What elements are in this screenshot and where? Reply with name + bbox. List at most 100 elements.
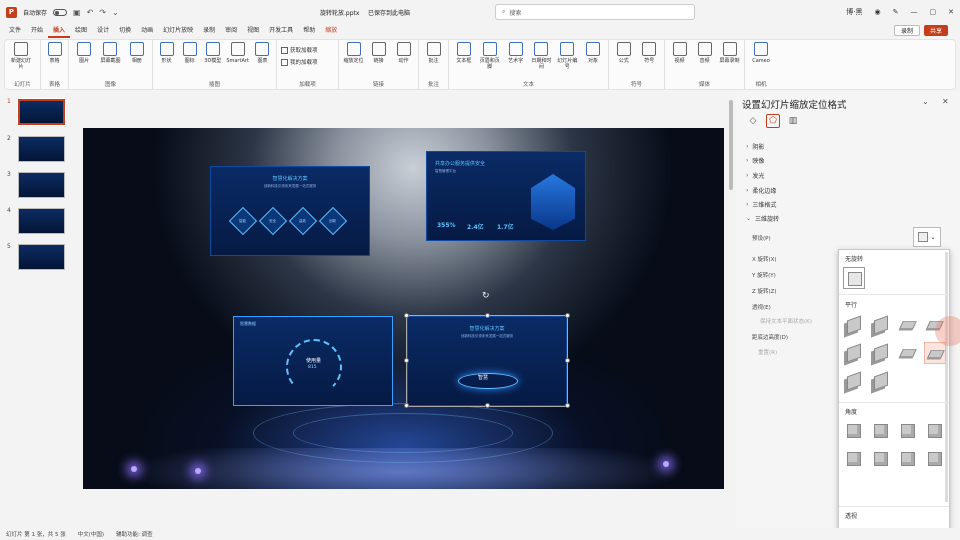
zoom-tile-1[interactable]: 智慧化解决方案 创新科技引领未来发展一站式服务 智能 安全 高效 创新 xyxy=(210,166,370,256)
chart-button[interactable]: 图表 xyxy=(253,42,272,64)
autosave-toggle[interactable] xyxy=(53,8,68,16)
effects-icon[interactable]: ⬠ xyxy=(766,114,780,128)
tab-slideshow[interactable]: 幻灯片放映 xyxy=(158,24,198,38)
comment-button[interactable]: 批注 xyxy=(423,42,444,64)
smartart-button[interactable]: SmartArt xyxy=(226,42,249,64)
tab-developer[interactable]: 开发工具 xyxy=(264,24,298,38)
section-3d-rotation[interactable]: ⌄ 三维旋转 xyxy=(746,214,779,223)
tab-file[interactable]: 文件 xyxy=(4,24,26,38)
preset-oblique-3[interactable] xyxy=(897,420,919,442)
resize-handle[interactable] xyxy=(404,403,409,408)
video-button[interactable]: 视频 xyxy=(669,42,690,64)
preset-oblique-4[interactable] xyxy=(924,420,946,442)
preset-parallel-1[interactable] xyxy=(843,314,865,336)
slide-thumbnail-2[interactable] xyxy=(18,136,65,162)
share-button[interactable]: 共享 xyxy=(923,25,948,36)
audio-button[interactable]: 音频 xyxy=(694,42,715,64)
preset-parallel-10[interactable] xyxy=(870,370,892,392)
screen-recording-button[interactable]: 屏幕录制 xyxy=(719,42,740,64)
pictures-button[interactable]: 图片 xyxy=(73,42,95,64)
preset-oblique-1[interactable] xyxy=(843,420,865,442)
resize-handle[interactable] xyxy=(565,403,570,408)
reset-button[interactable]: 重置(R) xyxy=(758,348,777,356)
resize-handle[interactable] xyxy=(485,403,490,408)
icons-button[interactable]: 图标 xyxy=(180,42,199,64)
preset-parallel-6[interactable] xyxy=(870,342,892,364)
section-3d-format[interactable]: › 三维格式 xyxy=(746,200,776,209)
pen-icon[interactable]: ✎ xyxy=(893,8,899,16)
resize-handle[interactable] xyxy=(565,313,570,318)
minimize-icon[interactable]: — xyxy=(911,8,918,16)
save-icon[interactable]: ▣ xyxy=(73,8,81,17)
preset-parallel-7[interactable] xyxy=(897,342,919,364)
new-slide-button[interactable]: 新建幻灯片 xyxy=(9,42,33,70)
tab-zoom[interactable]: 缩放 xyxy=(320,24,342,38)
slide-thumbnail-5[interactable] xyxy=(18,244,65,270)
tab-record[interactable]: 录制 xyxy=(198,24,220,38)
rotate-handle-icon[interactable]: ↻ xyxy=(482,291,490,301)
section-glow[interactable]: › 发光 xyxy=(746,171,764,180)
tab-view[interactable]: 视图 xyxy=(242,24,264,38)
preset-dropdown[interactable]: ⌄ xyxy=(913,227,941,247)
slide-number-button[interactable]: 幻灯片编号 xyxy=(556,42,578,70)
cameo-button[interactable]: Cameo xyxy=(749,42,773,64)
equation-button[interactable]: 公式 xyxy=(613,42,635,64)
wordart-button[interactable]: 艺术字 xyxy=(505,42,527,64)
preset-oblique-6[interactable] xyxy=(870,448,892,470)
pane-close-icon[interactable]: ✕ xyxy=(942,97,949,106)
zoom-tile-2[interactable]: 共享办公服务提供安全 智慧管理平台 355% 2.4亿 1.7亿 xyxy=(426,151,586,241)
section-reflection[interactable]: › 映像 xyxy=(746,156,764,165)
coauthoring-icon[interactable]: ◉ xyxy=(875,8,881,16)
zoom-button[interactable]: 缩放定位 xyxy=(343,42,364,64)
preset-parallel-3[interactable] xyxy=(897,314,919,336)
action-button[interactable]: 动作 xyxy=(393,42,414,64)
preset-oblique-5[interactable] xyxy=(843,448,865,470)
object-button[interactable]: 对象 xyxy=(582,42,604,64)
preset-parallel-9[interactable] xyxy=(843,370,865,392)
resize-handle[interactable] xyxy=(485,313,490,318)
preset-parallel-2[interactable] xyxy=(870,314,892,336)
section-soft-edges[interactable]: › 柔化边缘 xyxy=(746,186,776,195)
photo-album-button[interactable]: 相册 xyxy=(126,42,148,64)
redo-icon[interactable]: ↷ xyxy=(99,8,106,17)
tab-review[interactable]: 审阅 xyxy=(220,24,242,38)
accessibility-status[interactable]: 辅助功能: 调查 xyxy=(116,530,153,538)
zoom-tile-3[interactable]: 智慧数据 使用量 815 xyxy=(233,316,393,406)
customize-qat-icon[interactable]: ⌄ xyxy=(112,8,119,17)
scrollbar-thumb[interactable] xyxy=(729,100,733,190)
textbox-button[interactable]: 文本框 xyxy=(453,42,475,64)
tab-insert[interactable]: 插入 xyxy=(48,24,71,38)
resize-handle[interactable] xyxy=(565,358,570,363)
get-addins-button[interactable]: 获取加载项 xyxy=(281,46,318,54)
screenshot-button[interactable]: 屏幕截图 xyxy=(99,42,121,64)
section-shadow[interactable]: › 阴影 xyxy=(746,142,764,151)
3d-models-button[interactable]: 3D模型 xyxy=(203,42,222,64)
pane-options-icon[interactable]: ⌄ xyxy=(922,97,929,106)
resize-handle[interactable] xyxy=(404,358,409,363)
record-button[interactable]: 录制 xyxy=(893,25,920,36)
header-footer-button[interactable]: 页眉和页脚 xyxy=(479,42,501,70)
preset-parallel-5[interactable] xyxy=(843,342,865,364)
user-name[interactable]: 博·黑 xyxy=(846,7,862,17)
maximize-icon[interactable]: ▢ xyxy=(930,8,937,16)
tab-design[interactable]: 设计 xyxy=(92,24,114,38)
tab-transitions[interactable]: 切换 xyxy=(114,24,136,38)
symbol-button[interactable]: 符号 xyxy=(639,42,661,64)
preset-parallel-8[interactable] xyxy=(924,342,946,364)
tab-animations[interactable]: 动画 xyxy=(136,24,158,38)
link-button[interactable]: 链接 xyxy=(368,42,389,64)
preset-oblique-7[interactable] xyxy=(897,448,919,470)
language-indicator[interactable]: 中文(中国) xyxy=(78,530,104,538)
slide-canvas[interactable]: 智慧化解决方案 创新科技引领未来发展一站式服务 智能 安全 高效 创新 共享办公… xyxy=(83,128,724,489)
fill-line-icon[interactable]: ◇ xyxy=(746,114,760,128)
tab-help[interactable]: 帮助 xyxy=(298,24,320,38)
save-status[interactable]: 已保存到此电脑 xyxy=(368,8,410,17)
document-title[interactable]: 旋转轮放.pptx xyxy=(320,8,359,17)
size-properties-icon[interactable]: ▥ xyxy=(786,114,800,128)
undo-icon[interactable]: ↶ xyxy=(87,8,94,17)
preset-oblique-2[interactable] xyxy=(870,420,892,442)
keep-text-flat-checkbox[interactable]: 保持文本平面状态(K) xyxy=(760,317,812,325)
slide-thumbnail-3[interactable] xyxy=(18,172,65,198)
search-box[interactable]: ⌕ 搜索 xyxy=(495,4,695,20)
slide-thumbnail-4[interactable] xyxy=(18,208,65,234)
